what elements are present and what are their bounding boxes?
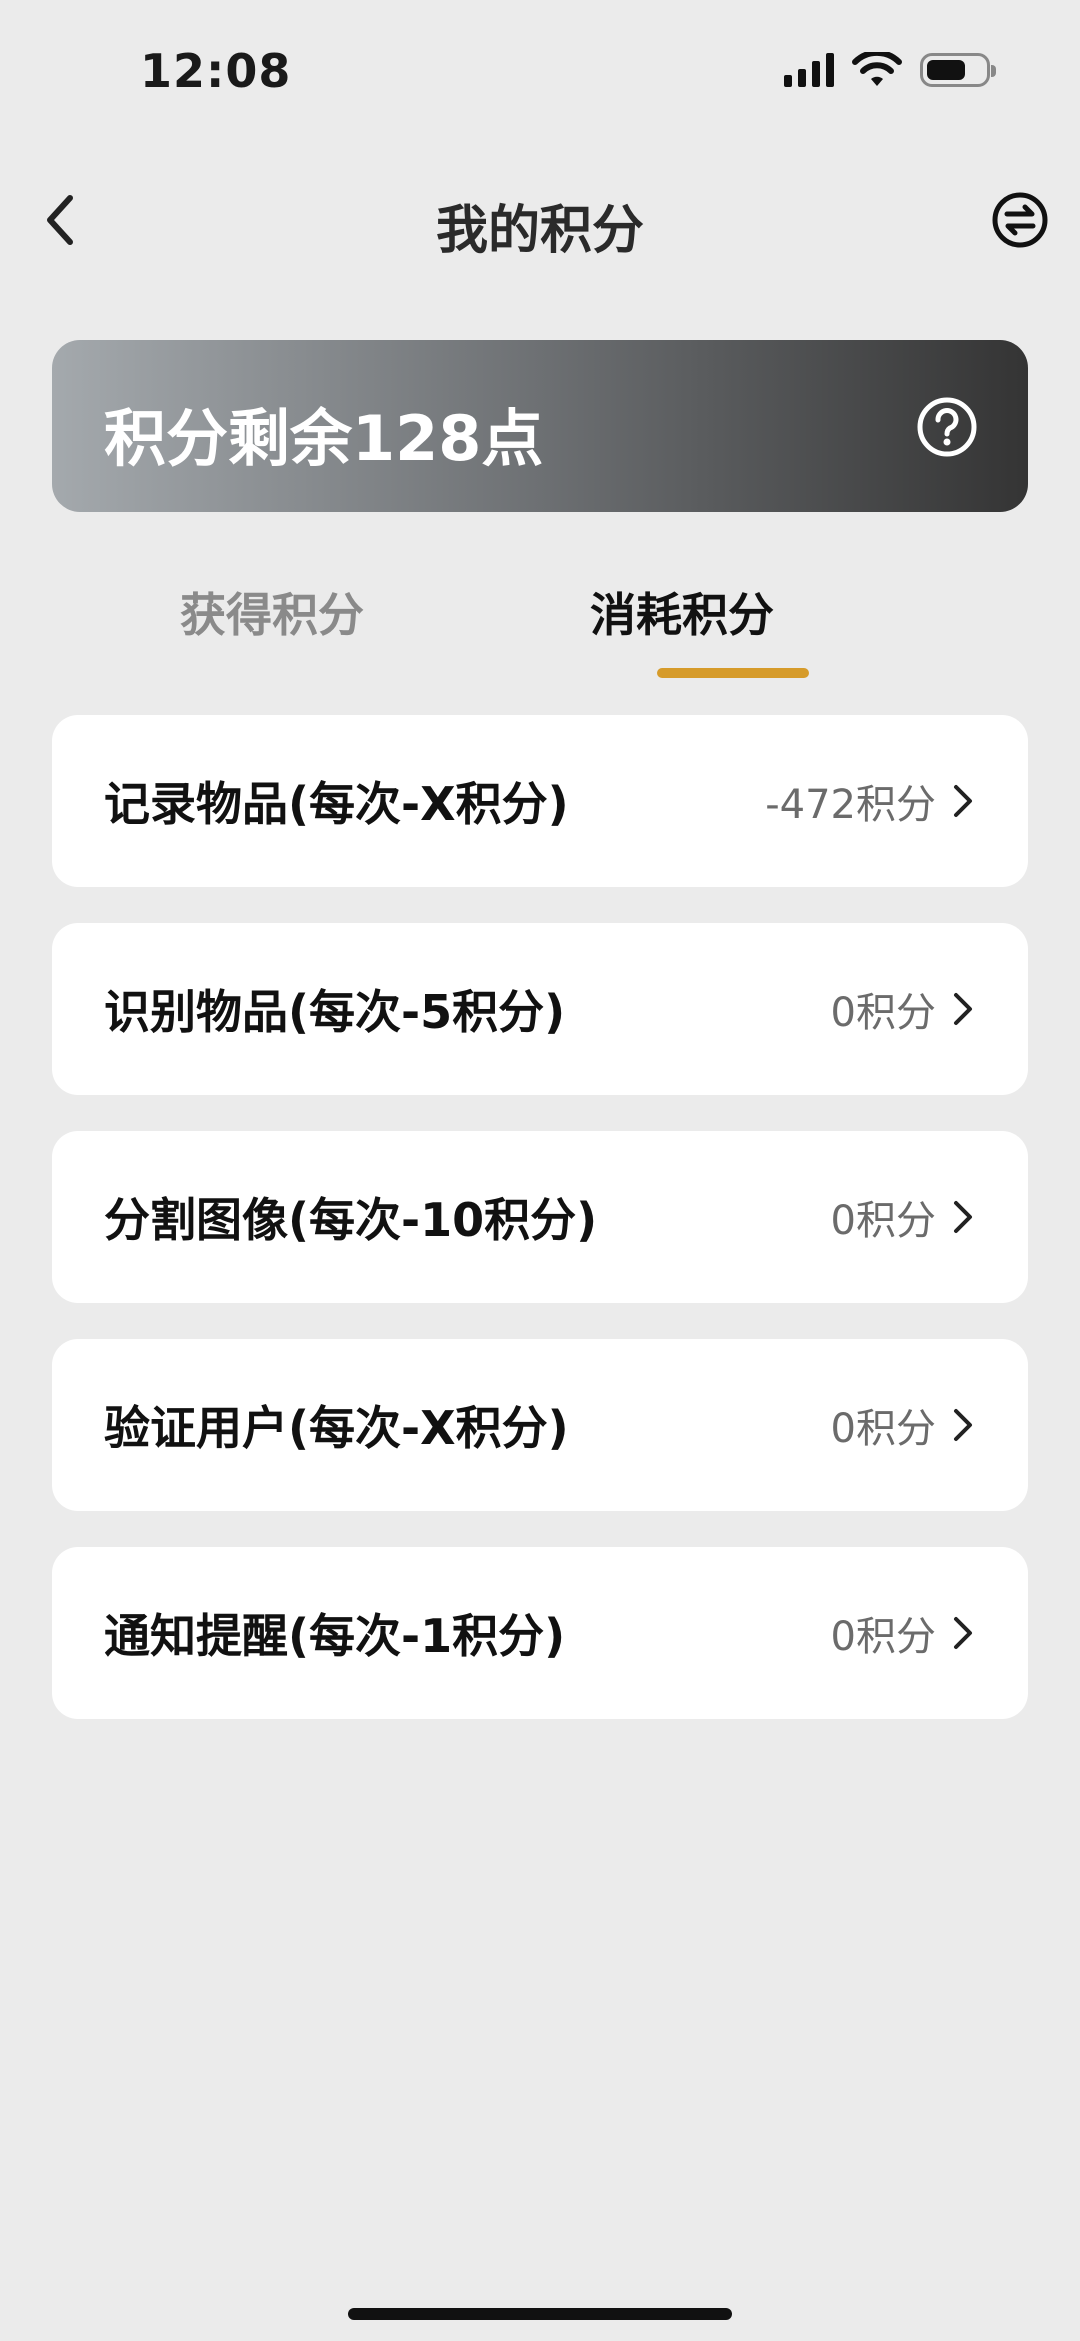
item-label: 识别物品(每次-5积分) [104, 985, 566, 1039]
tab-spend-points[interactable]: 消耗积分 [532, 580, 832, 680]
item-right: -472积分 [765, 772, 976, 830]
status-time: 12:08 [140, 44, 292, 98]
chevron-right-icon [954, 1409, 972, 1441]
item-value: -472积分 [765, 782, 936, 828]
question-circle-icon [917, 397, 977, 457]
help-button[interactable] [916, 396, 978, 458]
item-value: 0积分 [830, 1198, 936, 1244]
list-item[interactable]: 分割图像(每次-10积分) 0积分 [52, 1131, 1028, 1303]
active-tab-indicator [657, 668, 809, 678]
page-title: 我的积分 [435, 201, 644, 261]
points-remaining: 积分剩余128点 [104, 402, 544, 475]
item-label: 分割图像(每次-10积分) [104, 1193, 598, 1247]
list-item[interactable]: 识别物品(每次-5积分) 0积分 [52, 923, 1028, 1095]
list-item[interactable]: 记录物品(每次-X积分) -472积分 [52, 715, 1028, 887]
swap-circle-icon [992, 192, 1048, 248]
item-label: 通知提醒(每次-1积分) [104, 1609, 566, 1663]
points-summary-card: 积分剩余128点 [52, 340, 1028, 512]
status-bar: 12:08 [0, 0, 1080, 140]
item-label: 记录物品(每次-X积分) [104, 777, 569, 831]
item-right: 0积分 [831, 1188, 976, 1246]
item-label: 验证用户(每次-X积分) [104, 1401, 569, 1455]
tab-earn-points[interactable]: 获得积分 [122, 580, 422, 680]
chevron-right-icon [954, 993, 972, 1025]
item-right: 0积分 [831, 980, 976, 1038]
home-indicator [348, 2308, 732, 2320]
chevron-right-icon [954, 1201, 972, 1233]
list-item[interactable]: 通知提醒(每次-1积分) 0积分 [52, 1547, 1028, 1719]
chevron-right-icon [954, 1617, 972, 1649]
item-value: 0积分 [830, 1406, 936, 1452]
list-item[interactable]: 验证用户(每次-X积分) 0积分 [52, 1339, 1028, 1511]
wifi-icon [852, 52, 902, 86]
signal-icon [784, 53, 834, 87]
swap-button[interactable] [988, 188, 1052, 252]
chevron-right-icon [954, 785, 972, 817]
battery-icon [920, 53, 996, 87]
item-value: 0积分 [830, 990, 936, 1036]
item-right: 0积分 [831, 1604, 976, 1662]
points-tabs: 获得积分 消耗积分 [52, 580, 1028, 690]
item-value: 0积分 [830, 1614, 936, 1660]
nav-bar: 我的积分 [0, 160, 1080, 280]
status-icons [784, 52, 996, 88]
item-right: 0积分 [831, 1396, 976, 1454]
spend-list: 记录物品(每次-X积分) -472积分 识别物品(每次-5积分) 0积分 分割图… [52, 715, 1028, 1755]
